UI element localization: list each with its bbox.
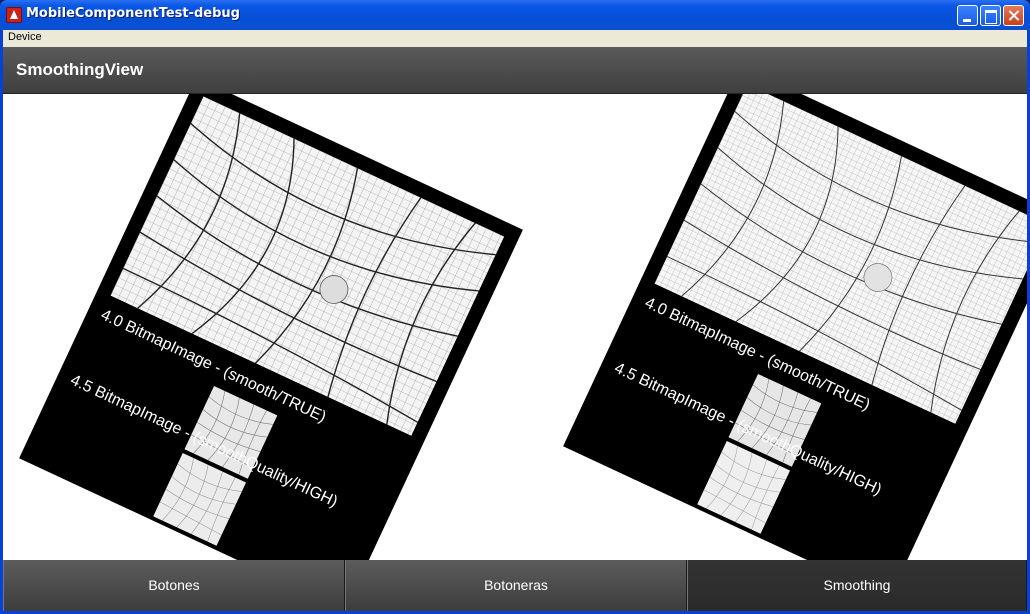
maximize-button[interactable]	[980, 5, 1001, 26]
smoothing-content: 4.0 BitmapImage - (smooth/TRUE) 4.5 Bitm…	[3, 94, 1027, 560]
distorted-grid-image	[654, 94, 1027, 424]
menu-device[interactable]: Device	[8, 31, 42, 43]
window-title: MobileComponentTest-debug	[26, 6, 240, 21]
tab-smoothing[interactable]: Smoothing	[687, 560, 1027, 611]
minimize-button[interactable]	[957, 5, 978, 26]
view-title: SmoothingView	[16, 60, 144, 79]
tab-botoneras[interactable]: Botoneras	[345, 560, 687, 611]
smoothing-card-left: 4.0 BitmapImage - (smooth/TRUE) 4.5 Bitm…	[19, 94, 523, 560]
smoothing-card-right: 4.0 BitmapImage - (smooth/TRUE) 4.5 Bitm…	[563, 94, 1027, 560]
distorted-grid-image	[110, 96, 505, 436]
tab-bar: Botones Botoneras Smoothing	[3, 560, 1027, 611]
title-bar[interactable]: MobileComponentTest-debug	[0, 0, 1030, 30]
tab-botones[interactable]: Botones	[3, 560, 345, 611]
client-area: SmoothingView 4.0 BitmapImage - (smooth/…	[3, 47, 1027, 611]
air-app-icon	[6, 7, 22, 23]
menu-bar: Device	[3, 30, 1027, 47]
action-bar: SmoothingView	[3, 47, 1027, 94]
close-button[interactable]	[1003, 5, 1024, 26]
app-window: MobileComponentTest-debug Device Smoothi…	[0, 0, 1030, 614]
